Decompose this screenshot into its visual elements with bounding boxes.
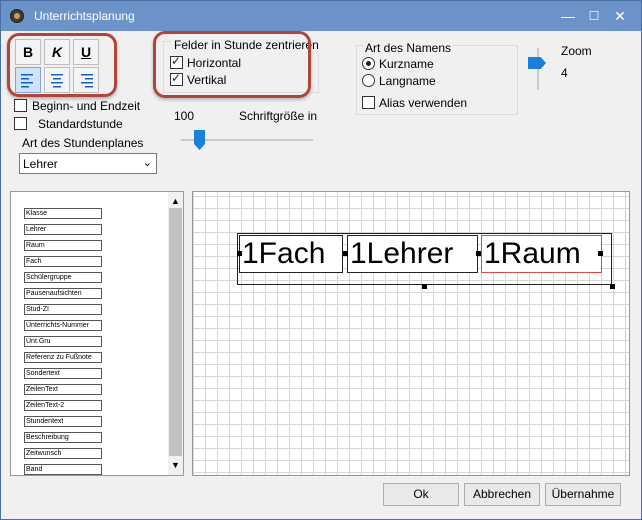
field-list-item[interactable]: Zeitwunsch	[24, 448, 102, 459]
kurzname-label: Kurzname	[379, 57, 434, 71]
zoom-slider-thumb[interactable]	[528, 57, 546, 69]
center-highlight	[153, 31, 311, 98]
field-list-item[interactable]: Beschreibung	[24, 432, 102, 443]
apply-button[interactable]: Übernahme	[545, 483, 621, 506]
langname-label: Langname	[379, 74, 436, 88]
begin-end-label: Beginn- und Endzeit	[32, 99, 141, 113]
field-list-item[interactable]: Fach	[24, 256, 102, 267]
plan-type-value: Lehrer	[23, 157, 58, 171]
field-list-item[interactable]: Sondertext	[24, 368, 102, 379]
field-list-item[interactable]: Band	[24, 464, 102, 475]
field-list: Klasse Lehrer Raum Fach Schülergruppe Pausena…	[10, 191, 184, 476]
plan-type-select[interactable]: Lehrer ⌄	[19, 153, 157, 174]
plan-type-label: Art des Stundenplanes	[22, 136, 144, 150]
field-list-item[interactable]: Stud-ZI	[24, 304, 102, 315]
field-list-item[interactable]: ZeilenText	[24, 384, 102, 395]
chevron-down-icon: ⌄	[142, 157, 152, 169]
window-title: Unterrichtsplanung	[34, 9, 135, 23]
minimize-icon[interactable]: —	[559, 7, 577, 25]
font-size-value: 100	[174, 109, 195, 123]
preview-cell-fach[interactable]: 1Fach	[239, 235, 343, 273]
scroll-up-icon[interactable]: ▲	[171, 196, 180, 206]
maximize-icon[interactable]: ☐	[585, 7, 603, 25]
standard-checkbox[interactable]	[14, 117, 27, 130]
title-bar: Unterrichtsplanung — ☐ ✕	[1, 1, 641, 31]
preview-cell-lehrer[interactable]: 1Lehrer	[347, 235, 478, 273]
scroll-thumb[interactable]	[169, 208, 182, 456]
zoom-label: Zoom	[561, 44, 592, 58]
resize-handle[interactable]	[476, 251, 481, 256]
field-list-item[interactable]: Raum	[24, 240, 102, 251]
font-size-slider-thumb[interactable]	[194, 130, 205, 150]
field-list-item[interactable]: Pausenaufsichten	[24, 288, 102, 299]
field-list-item[interactable]: Unterrichts-Nummer	[24, 320, 102, 331]
resize-handle[interactable]	[237, 251, 242, 256]
app-icon	[10, 9, 24, 23]
resize-handle[interactable]	[422, 284, 427, 289]
field-list-item[interactable]: Schülergruppe	[24, 272, 102, 283]
name-group-title: Art des Namens	[363, 41, 454, 55]
font-size-label: Schriftgröße in	[239, 109, 318, 123]
scroll-down-icon[interactable]: ▼	[171, 460, 180, 470]
unterrichtsplanung-dialog: Unterrichtsplanung — ☐ ✕ B K U Felder in…	[0, 0, 642, 520]
ok-button[interactable]: Ok	[383, 483, 459, 506]
cancel-button[interactable]: Abbrechen	[464, 483, 540, 506]
resize-handle[interactable]	[343, 251, 348, 256]
begin-end-checkbox[interactable]	[14, 99, 27, 112]
field-list-item[interactable]: Stundentext	[24, 416, 102, 427]
zoom-value: 4	[561, 66, 568, 80]
alias-label: Alias verwenden	[379, 96, 468, 110]
field-list-scrollbar[interactable]: ▲ ▼	[168, 192, 183, 475]
resize-handle[interactable]	[598, 251, 603, 256]
zoom-slider-track[interactable]	[537, 48, 539, 90]
alias-checkbox[interactable]	[362, 96, 375, 109]
field-list-item[interactable]: Unt.Gru	[24, 336, 102, 347]
langname-radio[interactable]	[362, 74, 375, 87]
field-list-item[interactable]: ZeilenText-2	[24, 400, 102, 411]
kurzname-radio[interactable]	[362, 57, 375, 70]
field-list-item[interactable]: Lehrer	[24, 224, 102, 235]
preview-cell-raum[interactable]: 1Raum	[481, 235, 602, 273]
field-list-item[interactable]: Referenz zu Fußnote	[24, 352, 102, 363]
close-icon[interactable]: ✕	[611, 7, 629, 25]
format-highlight	[7, 33, 117, 97]
field-list-item[interactable]: Klasse	[24, 208, 102, 219]
resize-handle[interactable]	[610, 284, 615, 289]
standard-label: Standardstunde	[38, 117, 123, 131]
lesson-preview: 1Fach 1Lehrer 1Raum	[192, 191, 630, 476]
